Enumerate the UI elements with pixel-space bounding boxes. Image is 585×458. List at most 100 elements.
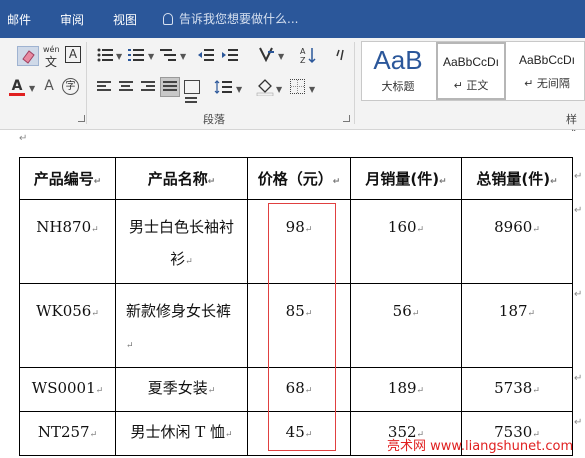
cell-text: 189	[387, 379, 417, 397]
tell-me-box[interactable]: 告诉我您想要做什么...	[163, 10, 298, 27]
header-text: 产品编号	[33, 170, 94, 188]
group-separator	[354, 42, 355, 124]
cell-code[interactable]: WK056↵	[19, 283, 116, 368]
cell-code[interactable]: WS0001↵	[19, 367, 116, 412]
header-cell[interactable]: 产品编号↵	[19, 157, 116, 200]
cell-text: 68	[285, 379, 305, 397]
font-color-button[interactable]: A	[9, 78, 25, 96]
tab-review[interactable]: 审阅	[60, 11, 84, 28]
cell-monthly[interactable]: 56↵	[350, 283, 462, 368]
chevron-down-icon[interactable]: ▼	[116, 52, 122, 61]
row-end-mark: ↵	[574, 417, 583, 428]
table-row: WS0001↵ 夏季女装↵ 68↵ 189↵ 5738↵	[19, 367, 573, 412]
increase-indent-icon	[222, 49, 238, 61]
cell-text: WK056	[36, 302, 92, 320]
distributed-button[interactable]	[184, 80, 200, 103]
cell-code[interactable]: NH870↵	[19, 199, 116, 284]
align-center-button[interactable]	[119, 81, 133, 93]
cell-text: 85	[285, 302, 305, 320]
character-shading-button[interactable]: A	[42, 78, 56, 94]
numbering-button[interactable]	[128, 48, 144, 62]
group-separator	[86, 42, 87, 124]
phonetic-char: 文	[44, 55, 57, 69]
cell-text: NH870	[36, 218, 92, 236]
product-table[interactable]: 产品编号↵ 产品名称↵ 价格（元）↵ 月销量(件)↵ 总销量(件)↵ NH870…	[19, 157, 573, 456]
cell-price[interactable]: 98↵	[247, 199, 351, 284]
cell-text: NT257	[37, 423, 90, 441]
shading-letter: A	[44, 78, 54, 94]
cell-text: 新款修身女长裤	[126, 302, 232, 320]
cell-price[interactable]: 45↵	[247, 411, 351, 456]
chevron-down-icon[interactable]: ▼	[148, 52, 154, 61]
bullets-button[interactable]	[97, 48, 113, 62]
style-sample: AaBbCcDı	[442, 55, 500, 69]
multilevel-list-icon	[160, 49, 176, 61]
header-cell[interactable]: 价格（元）↵	[247, 157, 351, 200]
header-cell[interactable]: 产品名称↵	[115, 157, 248, 200]
multilevel-list-button[interactable]	[160, 48, 176, 62]
tab-view[interactable]: 视图	[113, 11, 137, 28]
justify-button[interactable]	[160, 77, 180, 97]
cell-name[interactable]: 男士白色长袖衬衫↵	[115, 199, 248, 284]
cell-name[interactable]: 男士休闲 T 恤↵	[115, 411, 248, 456]
cell-monthly[interactable]: 160↵	[350, 199, 462, 284]
cell-name[interactable]: 夏季女装↵	[115, 367, 248, 412]
chevron-down-icon[interactable]: ▼	[278, 52, 284, 61]
cell-monthly[interactable]: 189↵	[350, 367, 462, 412]
document-page[interactable]: ↵ 产品编号↵ 产品名称↵ 价格（元）↵ 月销量(件)↵ 总销量(件)↵ NH8…	[0, 131, 585, 458]
shading-button[interactable]	[256, 78, 274, 97]
borders-button[interactable]	[290, 79, 305, 94]
cell-text: 男士休闲 T 恤	[130, 423, 225, 441]
chevron-down-icon[interactable]: ▼	[180, 52, 186, 61]
tab-mailings[interactable]: 邮件	[7, 11, 31, 28]
paragraph-dialog-launcher-icon[interactable]	[343, 115, 350, 122]
row-end-mark: ↵	[574, 373, 583, 384]
align-left-button[interactable]	[97, 81, 111, 93]
chevron-down-icon[interactable]: ▼	[309, 85, 315, 94]
cell-price[interactable]: 85↵	[247, 283, 351, 368]
style-name: 无间隔	[536, 77, 570, 90]
row-end-mark: ↵	[574, 205, 583, 216]
styles-gallery: AaB 大标题 AaBbCcDı ↵ 正文 AaBbCcDı ↵ 无间隔	[361, 41, 585, 101]
cell-total[interactable]: 5738↵	[461, 367, 573, 412]
cell-text: 8960	[494, 218, 533, 236]
chevron-down-icon[interactable]: ▼	[276, 85, 282, 94]
chevron-down-icon[interactable]: ▼	[29, 84, 35, 93]
chevron-down-icon[interactable]: ▼	[236, 85, 242, 94]
cell-name[interactable]: 新款修身女长裤↵	[115, 283, 248, 368]
cell-total[interactable]: 8960↵	[461, 199, 573, 284]
style-normal[interactable]: AaBbCcDı ↵ 正文	[436, 42, 506, 100]
character-border-button[interactable]: A	[65, 46, 81, 63]
cell-text: 5738	[494, 379, 533, 397]
cell-text: 夏季女装	[147, 379, 208, 397]
borders-icon	[291, 80, 304, 93]
style-no-spacing[interactable]: AaBbCcDı ↵ 无间隔	[508, 42, 585, 100]
cell-text: 187	[498, 302, 528, 320]
enclose-characters-button[interactable]: 字	[62, 78, 79, 95]
tell-me-text: 告诉我您想要做什么...	[179, 12, 299, 26]
style-heading-title[interactable]: AaB 大标题	[362, 42, 434, 100]
increase-indent-button[interactable]	[222, 48, 238, 62]
clear-formatting-button[interactable]	[17, 46, 39, 66]
chinese-layout-button[interactable]	[258, 46, 276, 63]
decrease-indent-button[interactable]	[198, 48, 214, 62]
align-right-button[interactable]	[141, 81, 155, 93]
font-dialog-launcher-icon[interactable]	[78, 115, 85, 122]
sort-button[interactable]: AZ	[300, 46, 316, 65]
paragraph-mark: ↵	[19, 133, 28, 144]
ribbon-tab-bar: 邮件 审阅 视图 告诉我您想要做什么...	[0, 0, 585, 38]
phonetic-guide-button[interactable]: wén 文	[43, 46, 60, 70]
header-text: 价格（元）	[257, 170, 333, 188]
style-sample: AaB	[373, 46, 423, 74]
align-left-icon	[97, 81, 111, 91]
lightbulb-icon	[163, 13, 173, 25]
cell-code[interactable]: NT257↵	[19, 411, 116, 456]
table-row: WK056↵ 新款修身女长裤↵ 85↵ 56↵ 187↵	[19, 283, 573, 368]
header-cell[interactable]: 总销量(件)↵	[461, 157, 573, 200]
cell-total[interactable]: 187↵	[461, 283, 573, 368]
header-cell[interactable]: 月销量(件)↵	[350, 157, 462, 200]
show-marks-button[interactable]	[335, 48, 347, 62]
line-spacing-button[interactable]	[214, 79, 232, 95]
svg-text:A: A	[300, 47, 306, 56]
cell-price[interactable]: 68↵	[247, 367, 351, 412]
